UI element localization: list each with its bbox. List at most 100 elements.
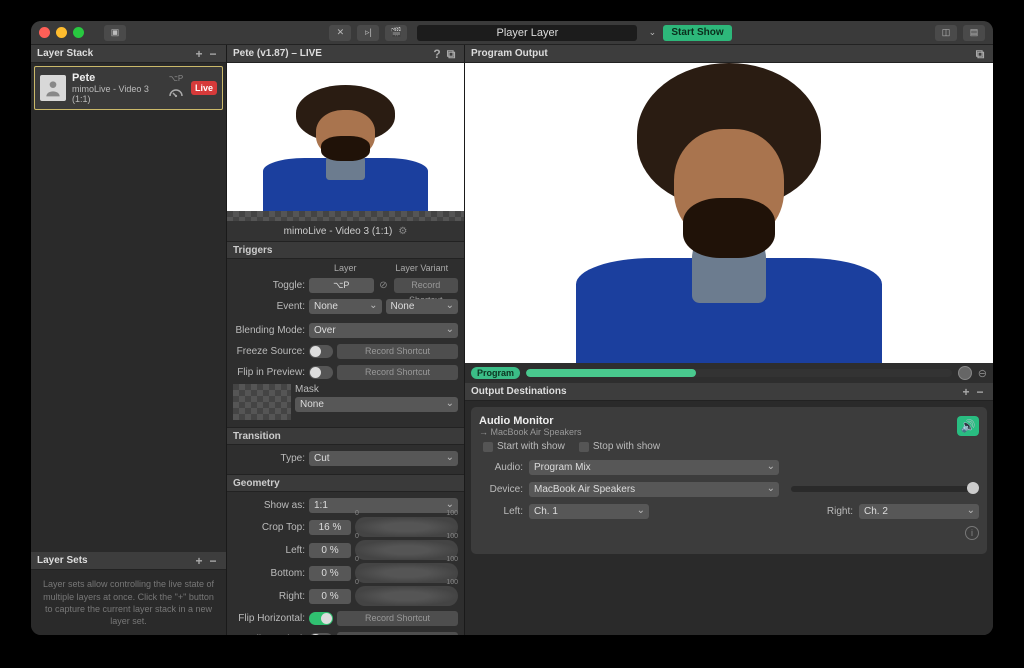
- layer-item-source: mimoLive - Video 3 (1:1): [72, 84, 161, 104]
- left-channel-dropdown[interactable]: Ch. 1: [529, 504, 649, 519]
- program-popout-icon[interactable]: ⧉: [973, 48, 987, 60]
- traffic-lights: [39, 27, 84, 38]
- toolbar-layout-button[interactable]: ▣: [104, 25, 126, 41]
- crop-right-label: Right:: [233, 591, 305, 602]
- layer-stack-add-button[interactable]: +: [192, 48, 206, 60]
- flip-preview-label: Flip in Preview:: [233, 367, 305, 378]
- clear-shortcut-icon[interactable]: ⊘: [378, 280, 390, 291]
- app-window: ▣ ✕ ▹| 🎬 Player Layer ⌄ Start Show ◫ ▤ L…: [31, 21, 993, 635]
- layer-sets-hint: Layer sets allow controlling the live st…: [31, 570, 226, 635]
- flip-v-shortcut[interactable]: Record Shortcut: [337, 632, 458, 635]
- left-channel-label: Left:: [479, 506, 523, 517]
- crop-right-dial[interactable]: [355, 586, 458, 606]
- start-show-button[interactable]: Start Show: [663, 25, 731, 41]
- crop-left-field[interactable]: 0 %: [309, 543, 351, 558]
- geometry-header: Geometry: [227, 474, 464, 492]
- toolbar-window-b-button[interactable]: ▤: [963, 25, 985, 41]
- flip-preview-toggle[interactable]: [309, 366, 333, 379]
- freeze-toggle[interactable]: [309, 345, 333, 358]
- transition-type-dropdown[interactable]: Cut: [309, 451, 458, 466]
- layer-sets-remove-button[interactable]: −: [206, 555, 220, 567]
- device-label: Device:: [479, 484, 523, 495]
- variant-event-dropdown[interactable]: None: [386, 299, 459, 314]
- layer-stack-remove-button[interactable]: −: [206, 48, 220, 60]
- toggle-shortcut-field[interactable]: ⌥P: [309, 278, 374, 293]
- crop-top-field[interactable]: 16 %: [309, 520, 351, 535]
- program-output-title: Program Output: [471, 48, 548, 59]
- crop-bottom-field[interactable]: 0 %: [309, 566, 351, 581]
- stop-with-show-checkbox[interactable]: Stop with show: [579, 441, 660, 452]
- audio-label: Audio:: [479, 462, 523, 473]
- mask-dropdown[interactable]: None: [295, 397, 458, 412]
- blending-label: Blending Mode:: [233, 325, 305, 336]
- title-dropdown-icon[interactable]: ⌄: [647, 25, 657, 41]
- source-settings-icon[interactable]: ⚙: [398, 226, 407, 237]
- info-icon[interactable]: i: [965, 526, 979, 540]
- crop-left-label: Left:: [233, 545, 305, 556]
- showas-label: Show as:: [233, 500, 305, 511]
- audio-mix-dropdown[interactable]: Program Mix: [529, 460, 779, 475]
- flip-v-toggle[interactable]: [309, 633, 333, 635]
- device-volume-slider[interactable]: [791, 486, 979, 492]
- minimize-window-button[interactable]: [56, 27, 67, 38]
- device-dropdown[interactable]: MacBook Air Speakers: [529, 482, 779, 497]
- destinations-remove-button[interactable]: −: [973, 386, 987, 398]
- close-window-button[interactable]: [39, 27, 50, 38]
- main-area: Layer Stack + − Pete mimoLive - Video 3 …: [31, 45, 993, 635]
- gauge-icon: [167, 84, 185, 102]
- triggers-header: Triggers: [227, 241, 464, 259]
- source-label-row: mimoLive - Video 3 (1:1) ⚙: [227, 221, 464, 241]
- destinations-add-button[interactable]: +: [959, 386, 973, 398]
- output-destinations-title: Output Destinations: [471, 386, 567, 397]
- transparency-strip: [227, 211, 464, 221]
- flip-h-toggle[interactable]: [309, 612, 333, 625]
- toolbar-skip-button[interactable]: ▹|: [357, 25, 379, 41]
- toolbar-slate-button[interactable]: 🎬: [385, 25, 407, 41]
- blending-dropdown[interactable]: Over: [309, 323, 458, 338]
- zoom-window-button[interactable]: [73, 27, 84, 38]
- layer-sets-add-button[interactable]: +: [192, 555, 206, 567]
- variant-toggle-shortcut[interactable]: Record Shortcut: [394, 278, 459, 293]
- layer-stack-header: Layer Stack + −: [31, 45, 226, 63]
- output-destinations-header: Output Destinations + −: [465, 383, 993, 401]
- layer-stack-item[interactable]: Pete mimoLive - Video 3 (1:1) ⌥P Live: [34, 66, 223, 110]
- source-name: mimoLive - Video 3 (1:1): [284, 226, 393, 237]
- speaker-button[interactable]: 🔊: [957, 416, 979, 436]
- left-column: Layer Stack + − Pete mimoLive - Video 3 …: [31, 45, 227, 635]
- inspector-column: Pete (v1.87) – LIVE ? ⧉ mimoLive - Video…: [227, 45, 465, 635]
- help-icon[interactable]: ?: [430, 48, 444, 60]
- mask-thumbnail[interactable]: [233, 384, 291, 420]
- right-column: Program Output ⧉ Program ⊖ Output Destin…: [465, 45, 993, 635]
- freeze-shortcut[interactable]: Record Shortcut: [337, 344, 458, 359]
- document-title-field[interactable]: Player Layer: [417, 25, 637, 41]
- person-placeholder-icon: [40, 75, 66, 101]
- flip-v-label: Flip Vertical:: [233, 634, 305, 635]
- toggle-label: Toggle:: [233, 280, 305, 291]
- program-meter-tag: Program: [471, 367, 520, 379]
- toolbar-window-a-button[interactable]: ◫: [935, 25, 957, 41]
- meter-minus-icon[interactable]: ⊖: [978, 367, 987, 380]
- transition-header: Transition: [227, 427, 464, 445]
- popout-icon[interactable]: ⧉: [444, 48, 458, 60]
- audio-meter-row: Program ⊖: [465, 363, 993, 383]
- layer-stack-title: Layer Stack: [37, 48, 93, 59]
- toolbar-cancel-button[interactable]: ✕: [329, 25, 351, 41]
- flip-preview-shortcut[interactable]: Record Shortcut: [337, 365, 458, 380]
- live-badge[interactable]: Live: [191, 81, 217, 95]
- crop-right-field[interactable]: 0 %: [309, 589, 351, 604]
- layer-preview: [227, 63, 464, 211]
- right-channel-dropdown[interactable]: Ch. 2: [859, 504, 979, 519]
- audio-monitor-sub: → MacBook Air Speakers: [479, 427, 582, 437]
- start-with-show-checkbox[interactable]: Start with show: [483, 441, 565, 452]
- flip-h-shortcut[interactable]: Record Shortcut: [337, 611, 458, 626]
- volume-knob[interactable]: [958, 366, 972, 380]
- layer-sets-header: Layer Sets + −: [31, 552, 226, 570]
- program-output-view: [465, 63, 993, 363]
- inspector-title: Pete (v1.87) – LIVE: [233, 48, 322, 59]
- event-dropdown[interactable]: None: [309, 299, 382, 314]
- freeze-label: Freeze Source:: [233, 346, 305, 357]
- crop-top-label: Crop Top:: [233, 522, 305, 533]
- right-channel-label: Right:: [827, 506, 853, 517]
- titlebar: ▣ ✕ ▹| 🎬 Player Layer ⌄ Start Show ◫ ▤: [31, 21, 993, 45]
- inspector-header: Pete (v1.87) – LIVE ? ⧉: [227, 45, 464, 63]
